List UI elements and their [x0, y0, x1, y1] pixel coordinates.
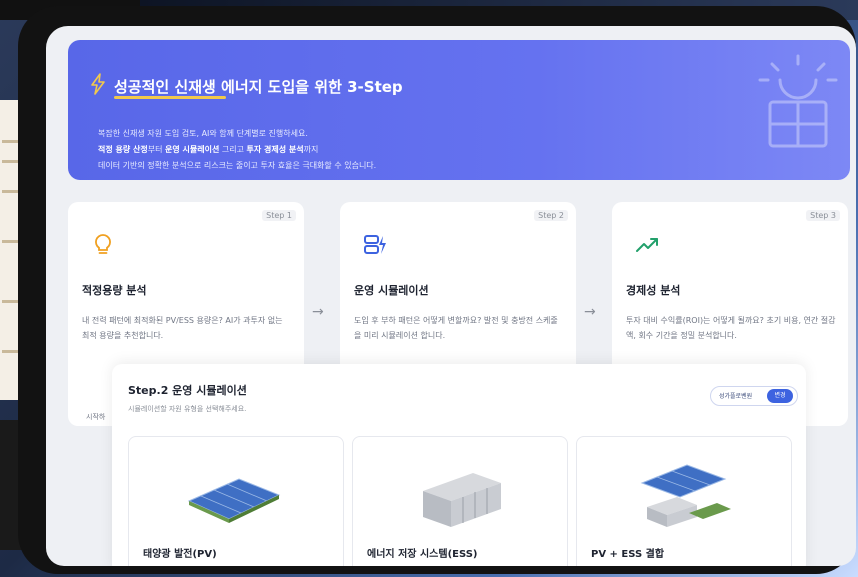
step-title: 경제성 분석 [626, 284, 681, 297]
step-description: 도입 후 부하 패턴은 어떻게 변할까요? 발전 및 충방전 스케줄을 미리 시… [354, 316, 558, 340]
lightning-icon [91, 73, 105, 95]
step-description: 투자 대비 수익률(ROI)는 어떻게 될까요? 초기 비용, 연간 절감액, … [626, 316, 836, 340]
option-label: 태양광 발전(PV) [143, 549, 217, 560]
battery-server-icon [364, 235, 386, 254]
ess-cabinet-icon [423, 473, 501, 527]
option-label: 에너지 저장 시스템(ESS) [367, 549, 478, 560]
option-label: PV + ESS 결합 [591, 549, 665, 560]
option-pv[interactable]: 태양광 발전(PV) [128, 436, 344, 566]
panel-subtitle: 시뮬레이션할 자원 유형을 선택해주세요. [128, 405, 247, 413]
mode-toggle[interactable]: 성가플로벤원 변경 [710, 386, 798, 406]
trend-up-icon [636, 238, 658, 252]
lightbulb-icon [95, 234, 111, 254]
step-tag: Step 1 [262, 210, 296, 221]
step-title: 운영 시뮬레이션 [354, 284, 429, 297]
step-title: 적정용량 분석 [82, 284, 147, 297]
intro-banner: 성공적인 신재생 에너지 도입을 위한 3-Step 복잡한 신재생 자원 도입… [68, 40, 850, 180]
banner-line-3: 데이터 기반의 정확한 분석으로 리스크는 줄이고 투자 효율은 극대화할 수 … [98, 161, 377, 170]
tablet-screen: 성공적인 신재생 에너지 도입을 위한 3-Step 복잡한 신재생 자원 도입… [46, 26, 856, 566]
banner-title: 성공적인 신재생 에너지 도입을 위한 3-Step [114, 78, 403, 96]
step-description: 내 전력 패턴에 최적화된 PV/ESS 용량은? AI가 과투자 없는 최적 … [82, 316, 283, 340]
step-tag: Step 3 [806, 210, 840, 221]
step-tag: Step 2 [534, 210, 568, 221]
toggle-label: 성가플로벤원 [719, 393, 753, 400]
option-pv-ess[interactable]: PV + ESS 결합 [576, 436, 792, 566]
tablet-frame: 성공적인 신재생 에너지 도입을 위한 3-Step 복잡한 신재생 자원 도입… [18, 6, 856, 574]
solar-sun-icon [758, 54, 838, 148]
panel-title: Step.2 운영 시뮬레이션 [128, 384, 247, 397]
pv-ess-combined-icon [640, 464, 731, 527]
option-ess[interactable]: 에너지 저장 시스템(ESS) [352, 436, 568, 566]
change-button[interactable]: 변경 [767, 389, 793, 403]
banner-line-2: 적정 용량 산정부터 운영 시뮬레이션 그리고 투자 경제성 분석까지 [98, 145, 319, 154]
start-label-cut: 시작하 [86, 413, 106, 421]
banner-line-1: 복잡한 신재생 자원 도입 검토, AI와 함께 단계별로 진행하세요. [98, 129, 308, 138]
simulation-panel: Step.2 운영 시뮬레이션 시뮬레이션할 자원 유형을 선택해주세요. 성가… [112, 364, 806, 566]
solar-panel-icon [187, 478, 281, 523]
arrow-right-icon: → [584, 304, 596, 320]
arrow-right-icon: → [312, 304, 324, 320]
title-underline [114, 96, 226, 99]
